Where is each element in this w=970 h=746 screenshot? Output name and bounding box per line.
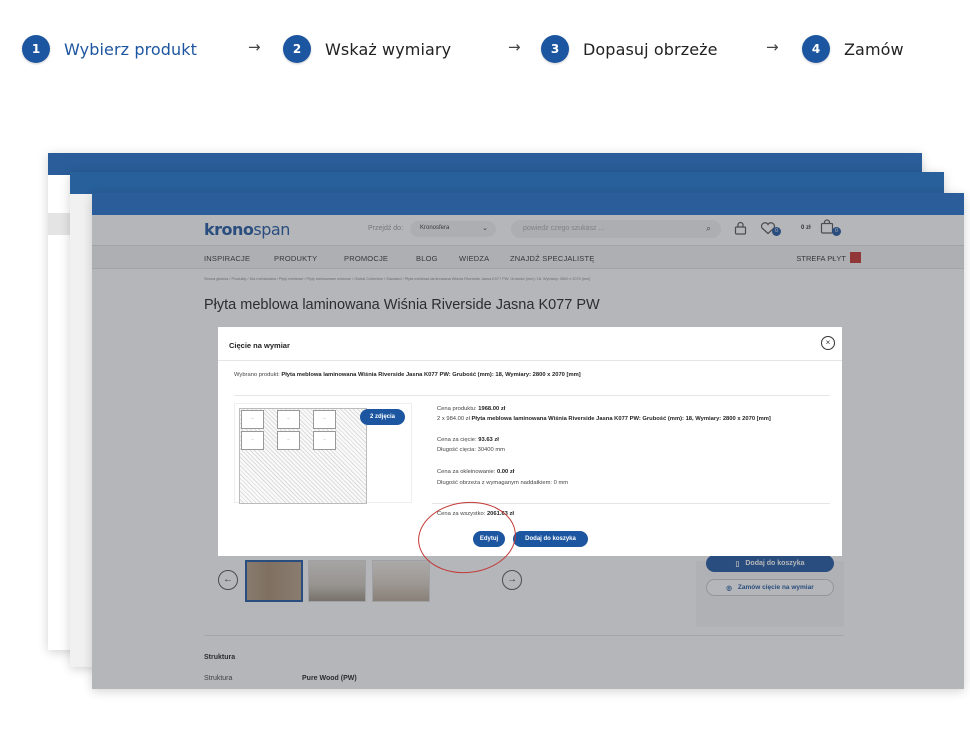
step-label: Dopasuj obrzeże [583,39,718,59]
step-label: Wskaż wymiary [325,39,452,59]
modal-divider [432,503,830,504]
cut-length: Długość cięcia: 30400 mm [437,447,505,453]
window-bar [92,193,964,215]
cut-piece: — [241,431,264,450]
step-4[interactable]: 4 Zamów [802,32,904,66]
step-1[interactable]: 1 Wybierz produkt [22,32,197,66]
qty-line: 2 x 984.00 zł Płyta meblowa laminowana W… [437,416,771,422]
price-value: 1968.00 zł [478,406,506,412]
front-window: kronospan Przejdź do: Kronosfera ⌄ powied… [92,193,964,689]
cut-piece: — [277,431,300,450]
selected-label: Wybrano produkt: [234,372,280,378]
cut-piece: — [313,431,336,450]
modal-title: Cięcie na wymiar [229,341,290,350]
step-arrow-icon: → [508,38,521,56]
price-product: Cena produktu: 1968.00 zł [437,406,505,412]
step-3[interactable]: 3 Dopasuj obrzeże [541,32,718,66]
cut-piece: — [241,410,264,429]
step-label: Zamów [844,39,904,59]
steps-header: 1 Wybierz produkt → 2 Wskaż wymiary → 3 … [0,0,970,100]
add-to-cart-modal-button[interactable]: Dodaj do koszyka [513,531,588,547]
selected-value: Płyta meblowa laminowana Wiśnia Riversid… [281,372,581,378]
step-number: 1 [22,35,50,63]
cut-piece: — [277,410,300,429]
step-label: Wybierz produkt [64,39,198,59]
cut-price-label: Cena za cięcie: [437,437,477,443]
modal-divider [234,395,830,396]
kronospan-page: kronospan Przejdź do: Kronosfera ⌄ powied… [92,215,964,689]
step-2[interactable]: 2 Wskaż wymiary [283,32,451,66]
window-bar [70,172,944,194]
step-arrow-icon: → [248,38,261,56]
modal-divider [218,360,842,361]
step-number: 2 [283,35,311,63]
cut-price-value: 93.63 zł [478,437,499,443]
step-number: 3 [541,35,569,63]
step-number: 4 [802,35,830,63]
qty-product: Płyta meblowa laminowana Wiśnia Riversid… [471,416,771,422]
close-icon[interactable]: × [821,336,835,350]
edge-price-label: Cena za okleinowanie: [437,469,496,475]
step-arrow-icon: → [766,38,779,56]
cut-piece: — [313,410,336,429]
edge-length: Długość obrzeża z wymaganym naddatkiem: … [437,480,569,486]
price-edge: Cena za okleinowanie: 0.00 zł [437,469,514,475]
selected-product: Wybrano produkt: Płyta meblowa laminowan… [234,372,581,378]
board-diagram: — — — — — — [239,408,367,504]
price-label: Cena produktu: [437,406,477,412]
qty-prefix: 2 x 984.00 zł [437,416,470,422]
edge-price-value: 0.00 zł [496,469,515,475]
price-cut: Cena za cięcie: 93.63 zł [437,437,499,443]
cut-to-size-modal: Cięcie na wymiar × Wybrano produkt: Płyt… [218,327,842,556]
photos-button[interactable]: 2 zdjęcia [360,409,405,425]
